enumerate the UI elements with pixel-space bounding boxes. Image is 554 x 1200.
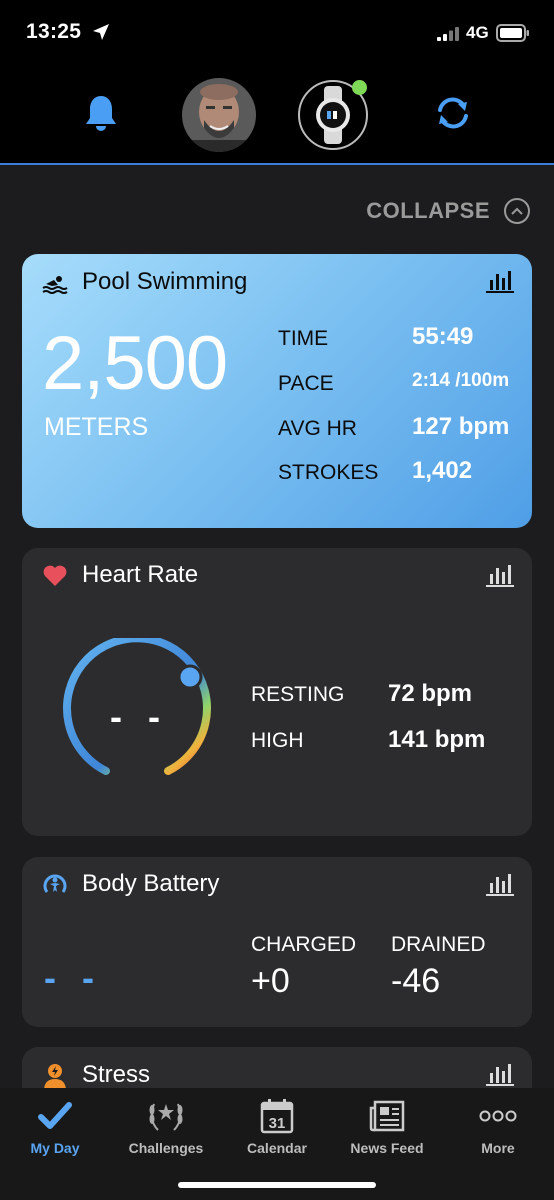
avg-hr-value: 127 bpm bbox=[412, 413, 510, 440]
body-battery-title: Body Battery bbox=[82, 870, 220, 897]
collapse-button[interactable]: COLLAPSE bbox=[366, 198, 530, 224]
charged-label: CHARGED bbox=[251, 933, 357, 956]
high-value: 141 bpm bbox=[388, 726, 486, 753]
current-heart-rate: - - bbox=[110, 696, 168, 737]
drained-label: DRAINED bbox=[391, 933, 486, 956]
bar-chart-icon[interactable] bbox=[486, 564, 514, 588]
pace-value: 2:14 /100m bbox=[412, 370, 510, 391]
drained-value: -46 bbox=[391, 962, 441, 1000]
tab-label: More bbox=[481, 1140, 515, 1156]
collapse-label: COLLAPSE bbox=[366, 198, 490, 223]
tab-label: Calendar bbox=[247, 1140, 307, 1156]
my-day-feed[interactable]: COLLAPSE Pool Swimming 2,500 METERS TIME… bbox=[0, 165, 554, 1088]
body-battery-icon bbox=[43, 874, 67, 893]
home-indicator[interactable] bbox=[178, 1182, 376, 1188]
time-value: 55:49 bbox=[412, 323, 474, 350]
status-time: 13:25 bbox=[26, 20, 82, 43]
battery-icon bbox=[496, 24, 529, 42]
bar-chart-icon[interactable] bbox=[486, 270, 514, 294]
stress-title: Stress bbox=[82, 1061, 151, 1088]
swimming-icon bbox=[42, 276, 68, 294]
charged-value: +0 bbox=[251, 962, 290, 1000]
tab-news-feed[interactable]: News Feed bbox=[332, 1096, 442, 1156]
heart-icon bbox=[43, 565, 67, 586]
profile-avatar[interactable] bbox=[182, 78, 256, 152]
device-connected-indicator bbox=[352, 80, 367, 95]
stress-card[interactable]: Stress bbox=[22, 1047, 532, 1088]
time-label: TIME bbox=[278, 327, 329, 350]
distance-unit: METERS bbox=[44, 413, 149, 441]
status-bar: 13:25 4G bbox=[0, 0, 554, 66]
pool-swimming-title: Pool Swimming bbox=[82, 268, 248, 295]
location-arrow-icon bbox=[93, 24, 109, 40]
laurel-icon bbox=[149, 1103, 183, 1131]
tab-label: Challenges bbox=[128, 1140, 204, 1156]
distance-value: 2,500 bbox=[42, 321, 228, 406]
tab-challenges[interactable]: Challenges bbox=[111, 1096, 221, 1156]
tab-label: My Day bbox=[30, 1140, 80, 1156]
pool-swimming-card[interactable]: Pool Swimming 2,500 METERS TIME 55:49 PA… bbox=[22, 254, 532, 528]
bell-icon[interactable] bbox=[84, 94, 118, 132]
calendar-icon: 31 bbox=[260, 1099, 294, 1134]
stress-icon bbox=[44, 1064, 66, 1088]
header bbox=[0, 66, 554, 163]
resting-value: 72 bpm bbox=[388, 680, 473, 707]
signal-icon bbox=[437, 27, 459, 41]
tab-calendar[interactable]: 31 Calendar bbox=[222, 1096, 332, 1156]
tab-label: News Feed bbox=[350, 1140, 424, 1156]
body-battery-card[interactable]: Body Battery - - CHARGED +0 DRAINED -46 bbox=[22, 857, 532, 1027]
heart-rate-card[interactable]: Heart Rate - - RESTING 72 bpm HIGH 141 b… bbox=[22, 548, 532, 836]
resting-label: RESTING bbox=[251, 683, 345, 706]
avg-hr-label: AVG HR bbox=[278, 417, 357, 440]
newspaper-icon bbox=[369, 1100, 405, 1132]
bar-chart-icon[interactable] bbox=[486, 873, 514, 897]
heart-rate-title: Heart Rate bbox=[82, 561, 199, 588]
pace-label: PACE bbox=[278, 372, 334, 395]
high-label: HIGH bbox=[251, 729, 304, 752]
calendar-day: 31 bbox=[269, 1115, 286, 1132]
bar-chart-icon[interactable] bbox=[486, 1063, 514, 1087]
chevron-up-icon bbox=[504, 198, 530, 224]
tab-my-day[interactable]: My Day bbox=[0, 1096, 110, 1156]
tab-more[interactable]: More bbox=[443, 1096, 553, 1156]
strokes-label: STROKES bbox=[278, 461, 379, 484]
current-body-battery: - - bbox=[44, 957, 102, 998]
network-type: 4G bbox=[466, 23, 489, 42]
strokes-value: 1,402 bbox=[412, 457, 473, 484]
more-icon bbox=[479, 1110, 517, 1122]
checkmark-icon bbox=[38, 1102, 72, 1129]
sync-icon[interactable] bbox=[434, 96, 472, 130]
